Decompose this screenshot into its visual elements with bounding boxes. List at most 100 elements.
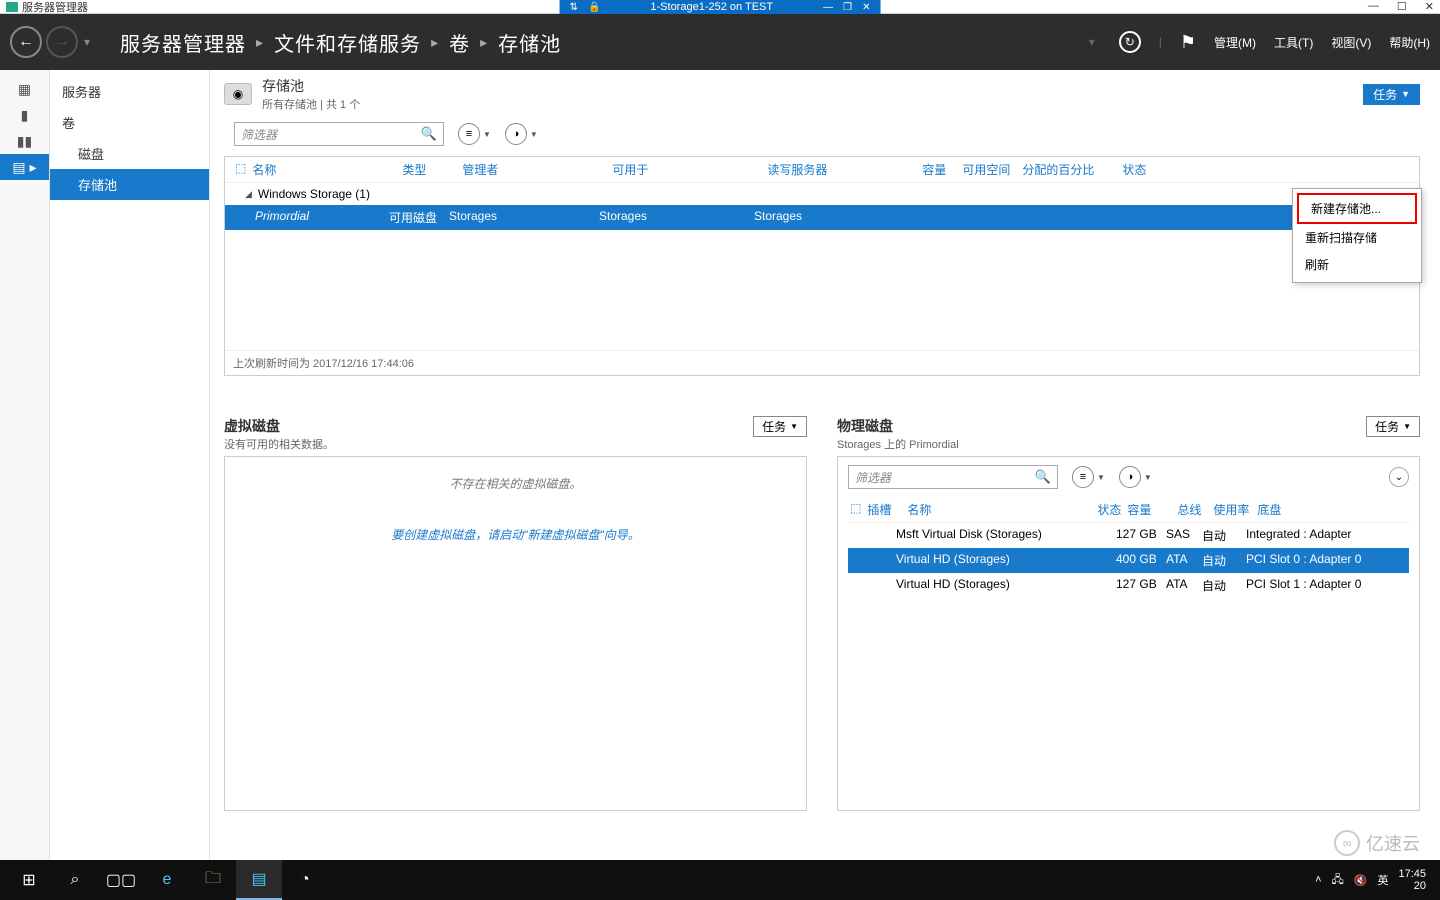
vd-tasks-button[interactable]: 任务 (753, 416, 807, 437)
tray-network-icon[interactable]: 🖧 (1332, 871, 1344, 890)
outer-minimize-icon[interactable]: — (1368, 0, 1379, 13)
nav-back-button[interactable]: ← (10, 26, 42, 58)
sort-icon[interactable]: ⬚ (850, 501, 861, 518)
outer-maximize-icon[interactable]: ☐ (1397, 0, 1407, 13)
row-name: Primordial (255, 209, 389, 226)
taskbar-search-icon[interactable]: ⌕ (52, 860, 98, 900)
rail-file-storage-icon[interactable]: ▤ ▸ (0, 154, 49, 180)
pin-icon[interactable]: ⇅ (570, 2, 578, 13)
pd-row-2[interactable]: Virtual HD (Storages) 127 GB ATA 自动 PCI … (848, 573, 1409, 598)
col-name[interactable]: 名称 (252, 161, 402, 178)
menu-refresh[interactable]: 刷新 (1293, 251, 1421, 278)
explorer-icon[interactable]: 🗀 (190, 860, 236, 900)
outer-close-icon[interactable]: ✕ (1425, 0, 1434, 13)
pool-table-header: ⬚ 名称 类型 管理者 可用于 读写服务器 容量 可用空间 分配的百分比 状态 (225, 157, 1419, 183)
sidebar-item-disks[interactable]: 磁盘 (50, 138, 209, 169)
pd-title: 物理磁盘 (837, 416, 959, 436)
sidebar-item-volumes[interactable]: 卷 (50, 107, 209, 138)
pool-row-primordial[interactable]: Primordial 可用磁盘 Storages Storages Storag… (225, 205, 1419, 230)
pd-filter-input[interactable]: 筛选器 🔍 (848, 465, 1058, 489)
sidebar-item-storage-pools[interactable]: 存储池 (50, 169, 209, 200)
tray-time[interactable]: 17:45 (1398, 868, 1426, 880)
tasks-context-menu: 新建存储池... 重新扫描存储 刷新 (1292, 188, 1422, 283)
server-manager-taskbar-icon[interactable]: ▤ (236, 860, 282, 900)
taskbar: ⊞ ⌕ ▢▢ e 🗀 ▤ ◔ ˄ 🖧 🔇 英 17:45 20 (0, 860, 1440, 900)
physical-disks-panel: 物理磁盘 Storages 上的 Primordial 任务 筛选器 🔍 ≡ ◑… (837, 416, 1420, 811)
task-view-icon[interactable]: ▢▢ (98, 860, 144, 900)
pd-expand-button[interactable]: ⌄ (1389, 467, 1409, 487)
pool-group-options[interactable]: ◑ (505, 123, 538, 145)
row-avail: Storages (599, 209, 754, 226)
breadcrumb-3[interactable]: 存储池 (498, 28, 561, 57)
tray-chevron-icon[interactable]: ˄ (1315, 874, 1321, 886)
vd-create-link[interactable]: 要创建虚拟磁盘，请启动"新建虚拟磁盘"向导。 (235, 526, 796, 543)
search-icon[interactable]: 🔍 (421, 126, 437, 142)
pd-col-usage[interactable]: 使用率 (1213, 501, 1257, 518)
col-free[interactable]: 可用空间 (962, 161, 1022, 178)
sidebar-item-servers[interactable]: 服务器 (50, 76, 209, 107)
vm-close-icon[interactable]: ✕ (862, 2, 870, 13)
nav-dropdown-icon[interactable]: ▾ (84, 35, 90, 49)
tray-ime[interactable]: 英 (1377, 872, 1388, 888)
tag-icon: ◑ (505, 123, 527, 145)
pool-group-row[interactable]: Windows Storage (1) (225, 183, 1419, 205)
pool-tasks-button[interactable]: 任务 (1363, 84, 1420, 105)
ie-icon[interactable]: e (144, 860, 190, 900)
pd-view-options[interactable]: ≡ (1072, 466, 1105, 488)
col-type[interactable]: 类型 (402, 161, 462, 178)
col-percent[interactable]: 分配的百分比 (1022, 161, 1122, 178)
menu-tools[interactable]: 工具(T) (1274, 34, 1313, 51)
vm-restore-icon[interactable]: ❐ (843, 2, 852, 13)
rail-local-server-icon[interactable]: ▮ (0, 102, 49, 128)
pd-col-bus[interactable]: 总线 (1177, 501, 1213, 518)
pd-col-capacity[interactable]: 容量 (1127, 501, 1177, 518)
notifications-flag-icon[interactable]: ⚑ (1180, 32, 1196, 53)
col-capacity[interactable]: 容量 (922, 161, 962, 178)
pd-col-status[interactable]: 状态 (1097, 501, 1127, 518)
pd-row-1[interactable]: Virtual HD (Storages) 400 GB ATA 自动 PCI … (848, 548, 1409, 573)
pool-filter-input[interactable]: 筛选器 🔍 (234, 122, 444, 146)
rail-dashboard-icon[interactable]: ▦ (0, 76, 49, 102)
sort-icon[interactable]: ⬚ (235, 161, 246, 178)
pd-table-header: ⬚ 插槽 名称 状态 容量 总线 使用率 底盘 (848, 497, 1409, 523)
start-button[interactable]: ⊞ (6, 860, 52, 900)
col-manager[interactable]: 管理者 (462, 161, 612, 178)
pd-tasks-button[interactable]: 任务 (1366, 416, 1420, 437)
vd-subtitle: 没有可用的相关数据。 (224, 436, 334, 452)
system-tray: ˄ 🖧 🔇 英 17:45 20 (1315, 868, 1434, 892)
breadcrumb-root[interactable]: 服务器管理器 (120, 28, 246, 57)
row-rw: Storages (754, 209, 909, 226)
col-rwserver[interactable]: 读写服务器 (767, 161, 922, 178)
search-icon[interactable]: 🔍 (1035, 469, 1051, 485)
vm-minimize-icon[interactable]: — (823, 2, 833, 13)
pd-col-chassis[interactable]: 底盘 (1257, 501, 1407, 518)
menu-new-storage-pool[interactable]: 新建存储池... (1297, 193, 1417, 224)
menu-rescan-storage[interactable]: 重新扫描存储 (1293, 224, 1421, 251)
breadcrumb-1[interactable]: 文件和存储服务 (274, 28, 421, 57)
pd-group-options[interactable]: ◑ (1119, 466, 1152, 488)
breadcrumb-2[interactable]: 卷 (449, 28, 470, 57)
menu-view[interactable]: 视图(V) (1331, 34, 1371, 51)
menu-help[interactable]: 帮助(H) (1389, 34, 1430, 51)
pd-col-slot[interactable]: 插槽 (867, 501, 907, 518)
tray-date: 20 (1398, 880, 1426, 892)
pd-col-name[interactable]: 名称 (907, 501, 1097, 518)
col-available[interactable]: 可用于 (612, 161, 767, 178)
list-icon: ≡ (458, 123, 480, 145)
nav-forward-button[interactable]: → (46, 26, 78, 58)
main-area: ▦ ▮ ▮▮ ▤ ▸ 服务器 卷 磁盘 存储池 ◉ 存储池 所有存储池 | 共 … (0, 70, 1440, 860)
rail-all-servers-icon[interactable]: ▮▮ (0, 128, 49, 154)
lock-icon[interactable]: 🔒 (588, 2, 600, 13)
pool-table: ⬚ 名称 类型 管理者 可用于 读写服务器 容量 可用空间 分配的百分比 状态 … (224, 156, 1420, 376)
disk-manager-icon[interactable]: ◔ (282, 860, 328, 900)
pool-view-options[interactable]: ≡ (458, 123, 491, 145)
pd-row-0[interactable]: Msft Virtual Disk (Storages) 127 GB SAS … (848, 523, 1409, 548)
menu-manage[interactable]: 管理(M) (1214, 34, 1256, 51)
header-dash: ▾ (1089, 35, 1095, 49)
vm-connection-bar: ⇅ 🔒 1-Storage1-252 on TEST — ❐ ✕ (560, 0, 881, 14)
pd-subtitle: Storages 上的 Primordial (837, 436, 959, 452)
tray-volume-icon[interactable]: 🔇 (1354, 874, 1368, 887)
refresh-icon[interactable]: ↻ (1119, 31, 1141, 53)
watermark: ∞ 亿速云 (1334, 830, 1420, 856)
col-status[interactable]: 状态 (1122, 161, 1182, 178)
